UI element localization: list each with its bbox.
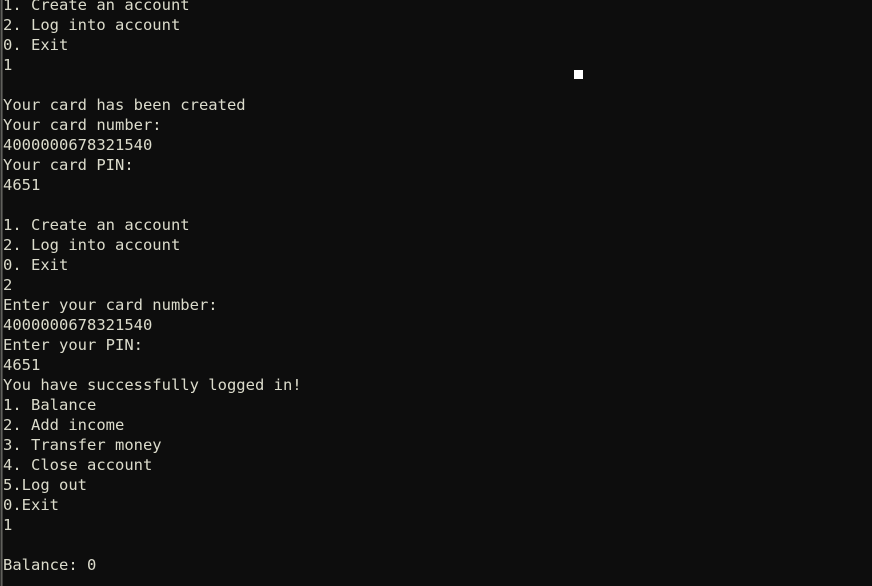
- console-line: Your card number:: [3, 116, 162, 134]
- console-line-card-number: 4000000678321540: [3, 136, 153, 154]
- console-line-user-input: 4651: [3, 356, 41, 374]
- console-line: 5.Log out: [3, 476, 87, 494]
- console-line: 4. Close account: [3, 456, 153, 474]
- console-line-user-input: 4000000678321540: [3, 316, 153, 334]
- console-line: Your card PIN:: [3, 156, 134, 174]
- console-line: 1. Create an account: [3, 216, 190, 234]
- terminal-screen[interactable]: 1. Create an account 2. Log into account…: [0, 0, 872, 586]
- console-line: 0.Exit: [3, 496, 59, 514]
- console-line: 2. Log into account: [3, 236, 181, 254]
- console-line: 0. Exit: [3, 36, 69, 54]
- console-line-user-input: 1: [3, 516, 13, 534]
- console-line-balance: Balance: 0: [3, 556, 97, 574]
- console-line: Enter your card number:: [3, 296, 218, 314]
- console-line: 1. Balance: [3, 396, 97, 414]
- console-line: Your card has been created: [3, 96, 246, 114]
- console-line: 3. Transfer money: [3, 436, 162, 454]
- console-line-card-pin: 4651: [3, 176, 41, 194]
- console-line: 1. Create an account: [3, 0, 190, 14]
- mouse-cursor-block: [574, 70, 583, 79]
- console-line-user-input: 2: [3, 276, 13, 294]
- console-line: Enter your PIN:: [3, 336, 143, 354]
- console-left-gutter: [0, 0, 3, 586]
- console-output: 1. Create an account 2. Log into account…: [3, 0, 872, 575]
- console-line: 2. Add income: [3, 416, 125, 434]
- console-line-login-success: You have successfully logged in!: [3, 376, 302, 394]
- console-line: 2. Log into account: [3, 16, 181, 34]
- console-line-user-input: 1: [3, 56, 13, 74]
- console-line: 0. Exit: [3, 256, 69, 274]
